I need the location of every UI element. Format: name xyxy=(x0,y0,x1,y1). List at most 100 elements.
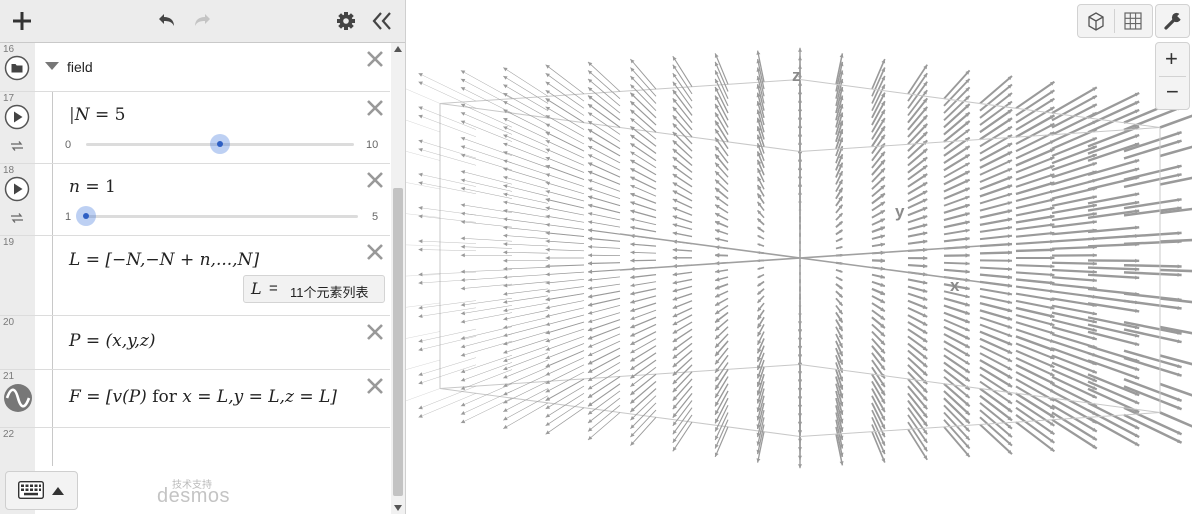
field-arrow-head xyxy=(545,173,550,178)
slider-max[interactable]: 5 xyxy=(372,211,378,223)
wave-style-icon[interactable] xyxy=(3,383,33,413)
field-arrow xyxy=(1051,153,1098,172)
zoom-in-label: + xyxy=(1165,46,1178,71)
expression-math[interactable]: P = (x,y,z) xyxy=(69,331,155,351)
expression-row-point[interactable]: 20 P = (x,y,z) xyxy=(0,316,390,370)
field-arrow-head xyxy=(418,347,423,352)
field-arrow xyxy=(545,64,585,95)
expression-math[interactable]: F = [v(P) for x = L,y = L,z = L] xyxy=(69,387,337,407)
scroll-up-icon[interactable] xyxy=(394,46,402,52)
slider-min[interactable]: 1 xyxy=(65,211,71,223)
variable-value: 5 xyxy=(114,105,126,125)
field-arrow xyxy=(630,201,657,212)
field-arrow-head xyxy=(503,308,508,313)
field-arrow-head xyxy=(630,250,635,255)
field-arrow xyxy=(1015,248,1055,253)
loop-icon[interactable] xyxy=(9,212,25,224)
field-arrow xyxy=(406,274,441,277)
field-arrow xyxy=(587,171,621,185)
slider-track[interactable] xyxy=(86,215,358,218)
field-arrow xyxy=(1087,192,1140,205)
field-arrow xyxy=(545,81,585,109)
field-arrow xyxy=(418,249,477,251)
field-arrow-head xyxy=(418,272,423,277)
field-arrow xyxy=(1159,297,1192,304)
loop-icon[interactable] xyxy=(9,140,25,152)
keyboard-toggle-button[interactable] xyxy=(5,471,78,510)
delete-icon[interactable] xyxy=(365,242,385,262)
field-arrow-head xyxy=(503,258,508,263)
field-arrow xyxy=(1015,335,1055,352)
field-arrow xyxy=(871,58,886,90)
view-2d-button[interactable] xyxy=(1115,5,1152,37)
field-arrow xyxy=(503,352,549,370)
play-icon[interactable] xyxy=(4,104,30,130)
slider-max[interactable]: 10 xyxy=(366,139,378,151)
field-arrow-head xyxy=(672,81,677,87)
field-arrow xyxy=(503,274,549,278)
field-arrow xyxy=(943,69,971,100)
field-arrow-head xyxy=(1135,267,1140,272)
delete-icon[interactable] xyxy=(365,98,385,118)
add-item-button[interactable] xyxy=(9,8,35,34)
expression-math[interactable]: n = 1 xyxy=(69,177,116,197)
folder-icon[interactable] xyxy=(4,55,30,81)
field-arrow-head xyxy=(418,172,423,177)
field-arrow xyxy=(503,331,549,345)
scroll-down-icon[interactable] xyxy=(394,505,402,511)
field-arrow-head xyxy=(545,190,550,194)
view-3d-button[interactable] xyxy=(1078,5,1114,37)
settings-button[interactable] xyxy=(333,8,359,34)
field-arrow xyxy=(1051,411,1098,441)
expression-math[interactable]: |N = 5 xyxy=(69,105,126,125)
slider-thumb[interactable] xyxy=(210,134,230,154)
slider-thumb[interactable] xyxy=(76,206,96,226)
field-arrow xyxy=(630,84,657,112)
graph-canvas[interactable]: z y x + − xyxy=(406,0,1192,514)
field-arrow-head xyxy=(588,327,593,332)
expression-math[interactable]: L = [−N,−N + n,...,N] xyxy=(69,250,259,270)
field-arrow xyxy=(503,324,549,337)
expression-row-list[interactable]: 19 L = [−N,−N + n,...,N] L = 11个元素列表 xyxy=(0,236,390,316)
graph-settings-button[interactable] xyxy=(1155,4,1190,38)
field-arrow-head xyxy=(588,310,593,315)
redo-button[interactable] xyxy=(190,8,216,34)
field-arrow xyxy=(545,286,585,292)
field-arrow-head xyxy=(1050,272,1055,277)
desmos-logo[interactable]: desmos xyxy=(157,485,230,508)
field-arrow xyxy=(1051,203,1097,215)
caret-up-icon xyxy=(52,487,64,495)
field-arrow-head xyxy=(503,209,508,213)
expression-row-vector-field[interactable]: 21 F = [v(P) for x = L,y = L,z = L] xyxy=(0,370,390,428)
field-arrow xyxy=(587,204,621,214)
slider-min[interactable]: 0 xyxy=(65,139,71,151)
field-arrow-head xyxy=(630,283,635,288)
expression-row-slider-N[interactable]: 17 |N = 5 0 10 xyxy=(0,92,390,164)
scroll-thumb[interactable] xyxy=(393,188,403,496)
expression-row-slider-n[interactable]: 18 n = 1 1 5 xyxy=(0,164,390,236)
field-arrow xyxy=(418,173,477,187)
field-arrow xyxy=(503,142,549,161)
zoom-out-button[interactable]: − xyxy=(1156,77,1189,109)
expression-row-folder[interactable]: 16 field xyxy=(0,43,390,92)
field-arrow-head xyxy=(418,372,423,376)
field-arrow xyxy=(503,302,549,312)
expression-scrollbar[interactable] xyxy=(391,43,405,514)
zoom-in-button[interactable]: + xyxy=(1156,43,1189,76)
collapse-panel-button[interactable] xyxy=(369,8,395,34)
play-icon[interactable] xyxy=(4,176,30,202)
field-arrow-head xyxy=(588,212,593,216)
undo-button[interactable] xyxy=(153,8,179,34)
delete-icon[interactable] xyxy=(365,170,385,190)
delete-icon[interactable] xyxy=(365,322,385,342)
field-arrow xyxy=(714,419,729,449)
delete-icon[interactable] xyxy=(365,376,385,396)
field-arrow-head xyxy=(923,256,928,261)
field-arrow xyxy=(979,287,1013,296)
field-arrow xyxy=(545,328,585,343)
folder-collapse-triangle-icon[interactable] xyxy=(44,61,60,71)
field-arrow xyxy=(545,278,585,284)
field-arrow xyxy=(545,198,585,209)
delete-icon[interactable] xyxy=(365,49,385,69)
folder-title[interactable]: field xyxy=(67,59,93,75)
